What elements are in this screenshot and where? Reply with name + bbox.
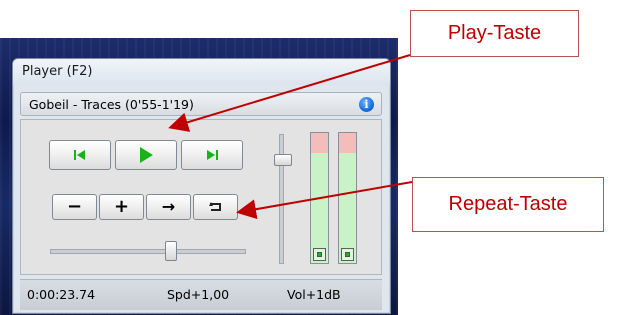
play-callout: Play-Taste: [410, 10, 579, 57]
window-title: Player (F2): [13, 59, 390, 85]
arrow-right-icon: →: [161, 197, 176, 216]
meter-peak-zone: [339, 133, 356, 153]
status-bar: 0:00:23.74 Spd+1,00 Vol+1dB: [20, 279, 382, 310]
level-meter-left: [310, 132, 329, 264]
player-window: Player (F2) Gobeil - Traces (0'55-1'19) …: [12, 58, 391, 314]
play-button[interactable]: [115, 140, 177, 170]
plus-icon: +: [113, 196, 130, 217]
meter-lamp-right[interactable]: [341, 248, 354, 261]
transport-panel: − + →: [20, 119, 382, 275]
next-button[interactable]: [181, 140, 243, 170]
volume-readout: Vol+1dB: [287, 287, 341, 302]
speed-down-button[interactable]: −: [52, 194, 97, 220]
track-name: Gobeil - Traces (0'55-1'19): [29, 97, 194, 112]
repeat-icon: [208, 200, 224, 214]
info-icon[interactable]: i: [359, 97, 374, 112]
meter-lamp-left[interactable]: [313, 248, 326, 261]
position-slider-thumb[interactable]: [165, 241, 177, 261]
volume-slider-thumb[interactable]: [274, 154, 292, 166]
previous-button[interactable]: [49, 140, 111, 170]
track-title-bar: Gobeil - Traces (0'55-1'19) i: [20, 92, 382, 116]
skip-back-icon: [73, 148, 87, 162]
repeat-callout: Repeat-Taste: [412, 177, 604, 232]
level-meter-right: [338, 132, 357, 264]
time-readout: 0:00:23.74: [27, 287, 96, 302]
minus-icon: −: [66, 196, 83, 217]
speed-up-button[interactable]: +: [99, 194, 144, 220]
meter-peak-zone: [311, 133, 328, 153]
position-slider-track[interactable]: [50, 249, 246, 254]
play-icon: [138, 146, 154, 164]
forward-button[interactable]: →: [146, 194, 191, 220]
repeat-button[interactable]: [193, 194, 238, 220]
skip-forward-icon: [205, 148, 219, 162]
speed-readout: Spd+1,00: [167, 287, 230, 302]
